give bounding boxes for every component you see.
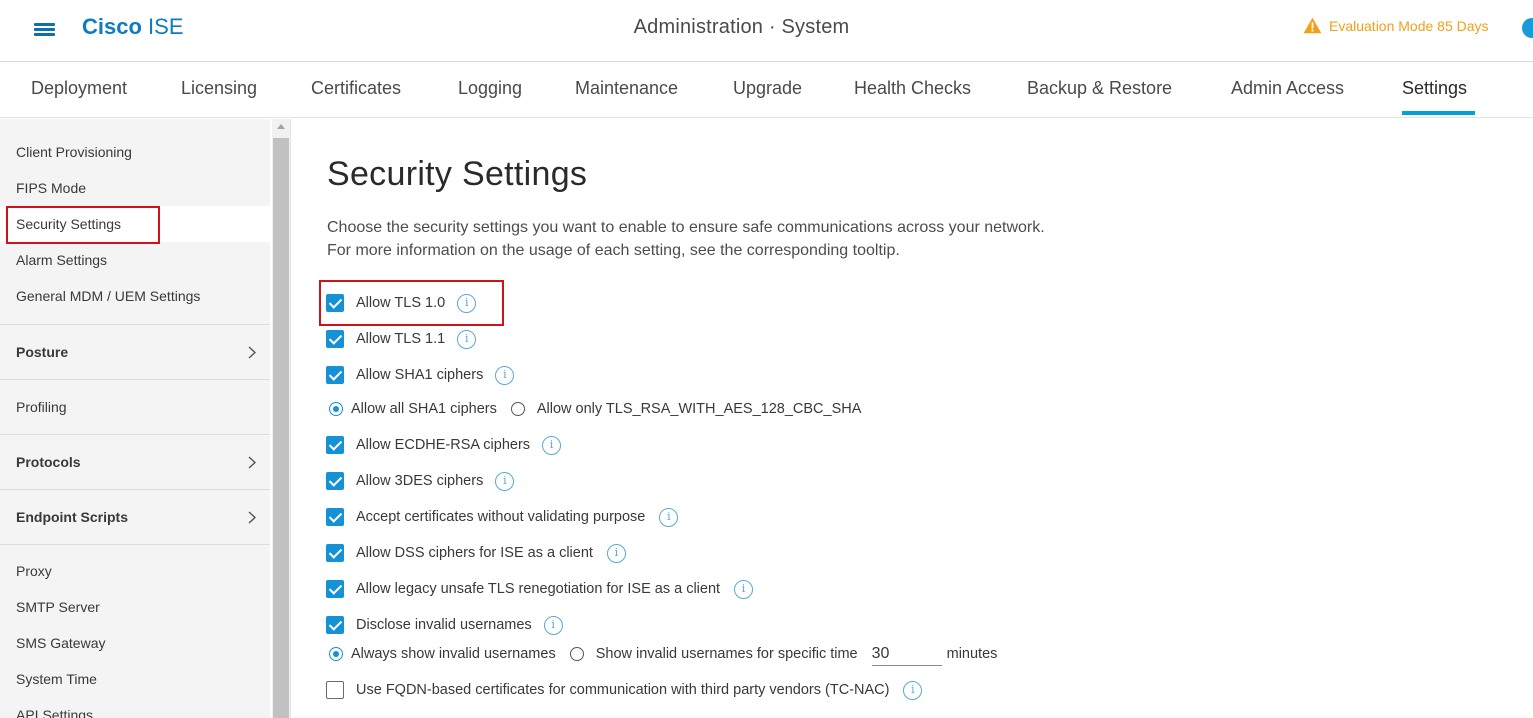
sidebar-item-alarm-settings[interactable]: Alarm Settings: [0, 242, 270, 278]
info-icon[interactable]: i: [457, 329, 477, 349]
top-header: Cisco ISE Administration · System Evalua…: [0, 0, 1533, 62]
content-divider: [290, 119, 291, 718]
settings-sidebar: Client Provisioning FIPS Mode Security S…: [0, 119, 272, 718]
radio-label: Always show invalid usernames: [351, 646, 556, 662]
sidebar-group-posture[interactable]: Posture: [0, 324, 270, 379]
radio-allow-only-tls-rsa[interactable]: [510, 402, 525, 416]
option-label: Allow TLS 1.1: [356, 331, 446, 347]
sidebar-item-general-mdm-uem[interactable]: General MDM / UEM Settings: [0, 278, 270, 314]
info-icon[interactable]: i: [495, 365, 515, 385]
checkbox-allow-ecdhe-rsa[interactable]: [326, 436, 344, 454]
highlight-box-security-settings: [6, 206, 160, 244]
sidebar-item-fips-mode[interactable]: FIPS Mode: [0, 170, 270, 206]
checkbox-allow-tls-1-1[interactable]: [326, 330, 344, 348]
scroll-up-arrow-icon[interactable]: [277, 124, 285, 129]
sidebar-item-api-settings[interactable]: API Settings: [0, 697, 270, 718]
option-allow-legacy-tls: Allow legacy unsafe TLS renegotiation fo…: [326, 579, 754, 599]
option-allow-ecdhe-rsa: Allow ECDHE-RSA ciphers i: [326, 435, 562, 455]
sidebar-group-protocols[interactable]: Protocols: [0, 434, 270, 489]
tab-certificates[interactable]: Certificates: [311, 78, 401, 99]
sidebar-group-label: Profiling: [16, 399, 67, 415]
option-allow-dss: Allow DSS ciphers for ISE as a client i: [326, 543, 626, 563]
option-label: Allow DSS ciphers for ISE as a client: [356, 545, 593, 561]
page-description: Choose the security settings you want to…: [327, 219, 1045, 259]
sidebar-item-client-provisioning[interactable]: Client Provisioning: [0, 134, 270, 170]
chevron-right-icon: [248, 346, 256, 359]
info-icon[interactable]: i: [606, 543, 626, 563]
tab-bar: Deployment Licensing Certificates Loggin…: [0, 62, 1533, 118]
radio-label: Show invalid usernames for specific time: [595, 646, 858, 662]
tab-admin-access[interactable]: Admin Access: [1231, 78, 1344, 99]
page-heading: Security Settings: [327, 155, 588, 193]
sidebar-item-sms-gateway[interactable]: SMS Gateway: [0, 625, 270, 661]
option-label: Accept certificates without validating p…: [356, 509, 646, 525]
checkbox-disclose-invalid-usernames[interactable]: [326, 616, 344, 634]
sidebar-group-label: Endpoint Scripts: [16, 509, 128, 525]
sidebar-group-label: Protocols: [16, 454, 81, 470]
sidebar-item-proxy[interactable]: Proxy: [0, 553, 270, 589]
radio-allow-all-sha1[interactable]: [329, 402, 343, 416]
sidebar-divider: [0, 544, 270, 545]
option-label: Allow legacy unsafe TLS renegotiation fo…: [356, 581, 721, 597]
checkbox-allow-3des[interactable]: [326, 472, 344, 490]
option-allow-tls-1-1: Allow TLS 1.1 i: [326, 329, 477, 349]
sidebar-group-endpoint-scripts[interactable]: Endpoint Scripts: [0, 489, 270, 544]
option-accept-certificates: Accept certificates without validating p…: [326, 507, 679, 527]
option-allow-sha1-ciphers: Allow SHA1 ciphers i: [326, 365, 515, 385]
info-icon[interactable]: i: [542, 435, 562, 455]
active-tab-indicator: [1402, 111, 1475, 115]
highlight-box-tls-1-0: [319, 280, 504, 326]
tab-maintenance[interactable]: Maintenance: [575, 78, 678, 99]
option-disclose-invalid-usernames: Disclose invalid usernames i: [326, 615, 563, 635]
sidebar-item-profiling[interactable]: Profiling: [0, 379, 270, 434]
option-fqdn-certificates: Use FQDN-based certificates for communic…: [326, 680, 923, 700]
checkbox-allow-legacy-tls[interactable]: [326, 580, 344, 598]
info-icon[interactable]: i: [543, 615, 563, 635]
tab-deployment[interactable]: Deployment: [31, 78, 127, 99]
chevron-right-icon: [248, 511, 256, 524]
tab-health-checks[interactable]: Health Checks: [854, 78, 971, 99]
option-label: Allow SHA1 ciphers: [356, 367, 484, 383]
info-icon[interactable]: i: [659, 507, 679, 527]
tab-settings[interactable]: Settings: [1402, 78, 1467, 99]
option-label: Use FQDN-based certificates for communic…: [356, 682, 890, 698]
info-icon[interactable]: i: [495, 471, 515, 491]
radio-always-show-usernames[interactable]: [329, 647, 343, 661]
evaluation-mode-badge[interactable]: Evaluation Mode 85 Days: [1303, 17, 1489, 34]
option-label: Allow ECDHE-RSA ciphers: [356, 437, 531, 453]
checkbox-allow-sha1-ciphers[interactable]: [326, 366, 344, 384]
chevron-right-icon: [248, 456, 256, 469]
warning-icon: [1303, 17, 1322, 34]
tab-licensing[interactable]: Licensing: [181, 78, 257, 99]
tab-logging[interactable]: Logging: [458, 78, 522, 99]
checkbox-allow-dss[interactable]: [326, 544, 344, 562]
username-disclosure-choice: Always show invalid usernames Show inval…: [329, 642, 997, 666]
checkbox-fqdn-certificates[interactable]: [326, 681, 344, 699]
sidebar-group-label: Posture: [16, 344, 69, 360]
sha1-cipher-choice: Allow all SHA1 ciphers Allow only TLS_RS…: [329, 399, 861, 419]
minutes-unit-label: minutes: [946, 646, 998, 662]
radio-label: Allow all SHA1 ciphers: [351, 401, 497, 417]
sidebar-item-system-time[interactable]: System Time: [0, 661, 270, 697]
info-icon[interactable]: i: [903, 680, 923, 700]
radio-label: Allow only TLS_RSA_WITH_AES_128_CBC_SHA: [536, 401, 862, 417]
sidebar-item-smtp-server[interactable]: SMTP Server: [0, 589, 270, 625]
radio-show-usernames-specific-time[interactable]: [569, 647, 584, 661]
tab-backup-restore[interactable]: Backup & Restore: [1027, 78, 1172, 99]
option-label: Allow 3DES ciphers: [356, 473, 484, 489]
page-title: Administration · System: [633, 16, 850, 38]
option-allow-3des: Allow 3DES ciphers i: [326, 471, 515, 491]
option-label: Disclose invalid usernames: [356, 617, 532, 633]
checkbox-accept-certificates[interactable]: [326, 508, 344, 526]
user-avatar[interactable]: [1522, 18, 1533, 38]
evaluation-mode-text: Evaluation Mode 85 Days: [1329, 17, 1489, 34]
sidebar-scroll-thumb[interactable]: [273, 138, 289, 718]
tab-upgrade[interactable]: Upgrade: [733, 78, 802, 99]
info-icon[interactable]: i: [734, 579, 754, 599]
minutes-input[interactable]: [871, 642, 942, 666]
